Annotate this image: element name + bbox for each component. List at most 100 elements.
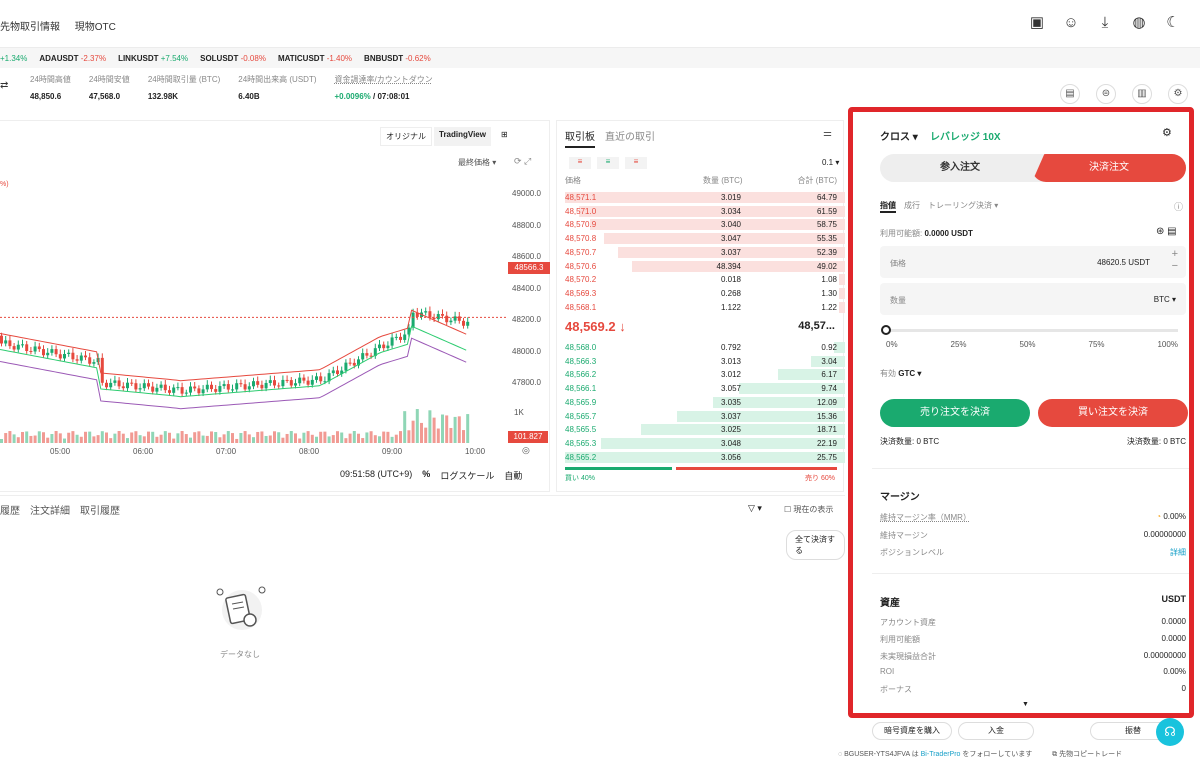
candle-body xyxy=(319,376,323,382)
target-icon[interactable]: ◎ xyxy=(522,445,530,456)
book-icon[interactable]: ▥ xyxy=(1132,84,1152,104)
volume-bar xyxy=(16,437,20,443)
deposit-button[interactable]: 入金 xyxy=(958,722,1034,740)
tab-order-details[interactable]: 注文詳細 xyxy=(30,502,70,517)
bid-row[interactable]: 48,566.1 3.057 9.74 xyxy=(557,382,845,396)
download-icon[interactable]: ⤓ xyxy=(1096,14,1114,32)
bid-row[interactable]: 48,565.2 3.056 25.75 xyxy=(557,451,845,465)
bid-row[interactable]: 48,566.3 3.013 3.04 xyxy=(557,355,845,369)
volume-bar xyxy=(403,411,407,443)
ask-row[interactable]: 48,570.9 3.040 58.75 xyxy=(557,218,845,232)
bids-only-view-icon[interactable]: ≡ xyxy=(597,157,619,169)
volume-bar xyxy=(29,435,33,443)
ticker-item[interactable]: SOLUSDT -0.08% xyxy=(200,54,266,63)
chart-toggle-icon[interactable]: ⇄ xyxy=(0,80,12,110)
candle-body xyxy=(432,317,436,320)
copy-trade-link[interactable]: ⧉ 先物コピートレード xyxy=(1052,751,1122,758)
ask-row[interactable]: 48,571.1 3.019 64.79 xyxy=(557,191,845,205)
ask-row[interactable]: 48,570.8 3.047 55.35 xyxy=(557,232,845,246)
show-current-checkbox[interactable]: ☐ 現在の表示 xyxy=(784,504,833,515)
layout-icon[interactable]: ▤ xyxy=(1060,84,1080,104)
refresh-icon[interactable]: ⟳ ⤢ xyxy=(514,156,531,167)
order-p: 48,570.9 xyxy=(565,220,597,230)
support-chat-icon[interactable]: ☊ xyxy=(1156,718,1184,746)
sell-ratio: 売り 60% xyxy=(805,475,835,482)
candle-body xyxy=(441,314,444,316)
filter-icon[interactable]: ▽ ▾ xyxy=(748,503,762,514)
bid-row[interactable]: 48,565.5 3.025 18.71 xyxy=(557,423,845,437)
auto-scale-toggle[interactable]: 自動 xyxy=(504,469,522,482)
order-p: 48,570.7 xyxy=(565,247,597,257)
order-t: 18.71 xyxy=(816,425,837,435)
tab-history[interactable]: 履歴 xyxy=(0,502,20,517)
candle-body xyxy=(352,362,356,366)
ask-row[interactable]: 48,570.7 3.037 52.39 xyxy=(557,246,845,260)
volume-bar xyxy=(126,438,129,443)
order-p: 48,565.9 xyxy=(565,397,597,407)
price-mode-select[interactable]: 最終価格 ▾ xyxy=(458,157,496,168)
volume-bar xyxy=(197,431,201,443)
volume-bar xyxy=(138,435,142,443)
tab-trade-history[interactable]: 取引履歴 xyxy=(80,502,120,517)
order-p: 48,565.5 xyxy=(565,425,597,435)
ask-row[interactable]: 48,568.1 1.122 1.22 xyxy=(557,301,845,315)
bid-row[interactable]: 48,565.3 3.048 22.19 xyxy=(557,437,845,451)
bid-row[interactable]: 48,568.0 0.792 0.92 xyxy=(557,341,845,355)
candle-body xyxy=(445,315,449,323)
ask-row[interactable]: 48,570.6 48.394 49.02 xyxy=(557,260,845,274)
asks-only-view-icon[interactable]: ≡ xyxy=(625,157,647,169)
settings-icon[interactable]: ⚙ xyxy=(1168,84,1188,104)
volume-bar xyxy=(75,434,79,443)
bid-row[interactable]: 48,565.9 3.035 12.09 xyxy=(557,396,845,410)
user-icon[interactable]: ☺ xyxy=(1062,14,1080,32)
buy-crypto-button[interactable]: 暗号資産を購入 xyxy=(872,722,952,740)
volume-bar xyxy=(273,431,276,443)
ask-row[interactable]: 48,569.3 0.268 1.30 xyxy=(557,287,845,301)
volume-bar xyxy=(130,432,134,443)
tab-recent-trades[interactable]: 直近の取引 xyxy=(605,128,655,148)
volume-bar xyxy=(180,431,184,443)
candle-body xyxy=(331,370,335,374)
order-p: 48,565.3 xyxy=(565,438,597,448)
tab-order-book[interactable]: 取引板 xyxy=(565,128,595,148)
volume-bar xyxy=(281,437,285,443)
filter-settings-icon[interactable]: ⚌ xyxy=(823,128,832,139)
ticker-item[interactable]: LINKUSDT +7.54% xyxy=(118,54,188,63)
candle-body xyxy=(138,388,142,390)
wallet-icon[interactable]: ▣ xyxy=(1028,14,1046,32)
ask-row[interactable]: 48,571.0 3.034 61.59 xyxy=(557,205,845,219)
both-sides-view-icon[interactable]: ≡ xyxy=(569,157,591,169)
ticker-item[interactable]: +1.34% xyxy=(0,54,27,63)
volume-bar xyxy=(193,432,197,443)
globe-icon[interactable]: ◍ xyxy=(1130,14,1148,32)
view-original-button[interactable]: オリジナル xyxy=(380,127,432,146)
order-t: 15.36 xyxy=(816,411,837,421)
chart-view-switch: オリジナル TradingView ⊞ xyxy=(380,127,516,146)
trader-link[interactable]: Bi-TraderPro xyxy=(921,751,961,758)
log-scale-toggle[interactable]: ログスケール xyxy=(440,469,494,482)
close-all-button[interactable]: 全て決済する xyxy=(786,530,845,560)
precision-select[interactable]: 0.1 ▾ xyxy=(822,158,839,167)
ask-row[interactable]: 48,570.2 0.018 1.08 xyxy=(557,273,845,287)
nav-futures-info[interactable]: 先物取引情報 xyxy=(0,22,60,33)
candle-body xyxy=(50,349,54,353)
percent-toggle[interactable]: % xyxy=(422,469,430,482)
moon-icon[interactable]: ☾ xyxy=(1164,14,1182,32)
ticker-item[interactable]: ADAUSDT -2.37% xyxy=(39,54,106,63)
order-t: 6.17 xyxy=(821,370,837,380)
nav-spot-otc[interactable]: 現物OTC xyxy=(75,22,116,33)
candle-body xyxy=(147,383,150,387)
calculator-icon[interactable]: ⊜ xyxy=(1096,84,1116,104)
view-tradingview-button[interactable]: TradingView xyxy=(434,127,491,146)
ticker-item[interactable]: MATICUSDT -1.40% xyxy=(278,54,352,63)
bid-row[interactable]: 48,566.2 3.012 6.17 xyxy=(557,368,845,382)
candle-body xyxy=(33,346,37,352)
positions-panel: 履歴 注文詳細 取引履歴 ▽ ▾ ☐ 現在の表示 全て決済する データなし xyxy=(0,495,845,745)
bid-row[interactable]: 48,565.7 3.037 15.36 xyxy=(557,410,845,424)
volume-bar xyxy=(399,431,402,443)
depth-bar xyxy=(640,424,845,436)
ticker-item[interactable]: BNBUSDT -0.62% xyxy=(364,54,431,63)
order-p: 48,570.2 xyxy=(565,275,597,285)
grid-icon[interactable]: ⊞ xyxy=(493,127,516,146)
volume-bar xyxy=(159,434,163,443)
